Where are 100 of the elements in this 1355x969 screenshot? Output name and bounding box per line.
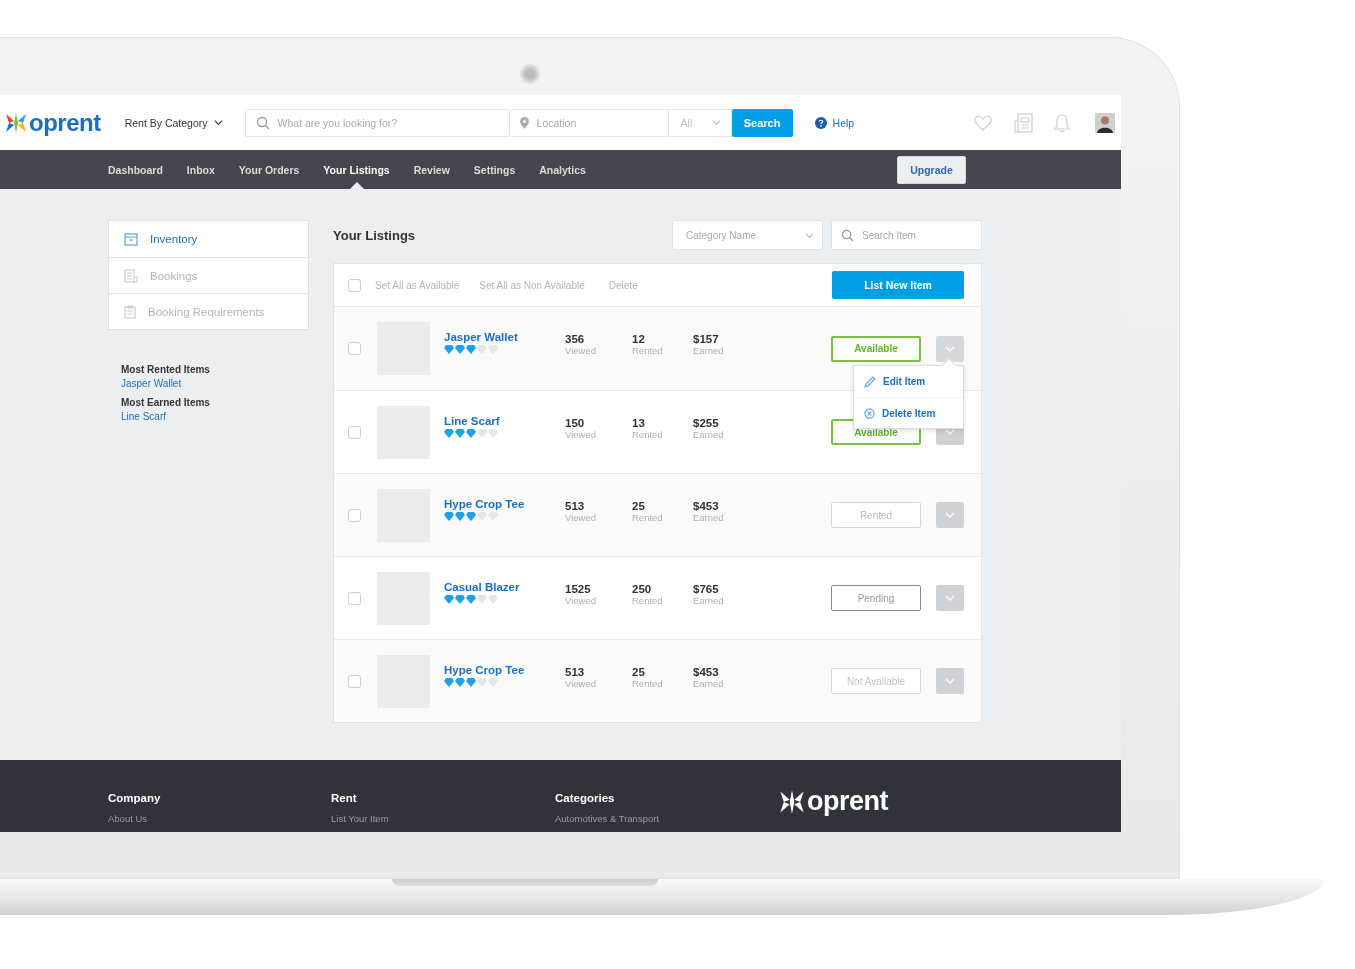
stat-value: 513 bbox=[565, 500, 586, 512]
stat-value: 150 bbox=[565, 417, 586, 429]
row-checkbox[interactable] bbox=[348, 425, 361, 439]
location-pin-icon bbox=[519, 116, 529, 129]
sidebar-item[interactable]: Inventory bbox=[109, 221, 308, 257]
item-name-link[interactable]: Line Scarf bbox=[444, 415, 565, 427]
item-name-link[interactable]: Jasper Wallet bbox=[444, 331, 565, 343]
document-icon bbox=[124, 268, 138, 283]
nav-tab[interactable]: Settings bbox=[473, 150, 516, 189]
stat-value: 12 bbox=[632, 333, 646, 345]
footer-link[interactable]: List Your Item bbox=[331, 813, 555, 824]
stat-value: 25 bbox=[632, 666, 646, 678]
logo-text: oprent bbox=[29, 108, 101, 137]
archive-box-icon bbox=[124, 232, 138, 246]
footer-link[interactable]: About Us bbox=[108, 813, 331, 824]
stat-value: 513 bbox=[565, 666, 586, 678]
nav-tab[interactable]: Your Orders bbox=[238, 150, 300, 189]
pencil-icon bbox=[864, 375, 876, 388]
chevron-down-icon bbox=[945, 676, 955, 686]
row-menu-button[interactable] bbox=[936, 585, 964, 611]
footer-heading: Company bbox=[108, 792, 162, 804]
chevron-down-icon bbox=[711, 118, 721, 127]
item-name-link[interactable]: Casual Blazer bbox=[444, 581, 565, 593]
search-field[interactable]: What are you looking for? bbox=[244, 108, 510, 137]
search-icon bbox=[255, 115, 270, 130]
stat-label: Viewed bbox=[565, 595, 597, 606]
list-new-item-button[interactable]: List New Item bbox=[832, 271, 964, 299]
row-checkbox[interactable] bbox=[348, 591, 361, 605]
stat-label: Earned bbox=[693, 429, 725, 440]
location-field[interactable]: Location bbox=[509, 108, 669, 137]
camera-icon bbox=[520, 64, 540, 84]
newspaper-icon[interactable] bbox=[1014, 112, 1034, 133]
clipboard-icon bbox=[124, 304, 136, 319]
chevron-down-icon bbox=[945, 510, 955, 520]
stat-label: Earned bbox=[693, 595, 725, 606]
chevron-down-icon bbox=[945, 593, 955, 603]
stat-value: $453 bbox=[693, 666, 720, 678]
row-checkbox[interactable] bbox=[348, 508, 361, 522]
menu-item[interactable]: Edit Item bbox=[854, 366, 963, 397]
highlight-link[interactable]: Jasper Wallet bbox=[121, 378, 309, 389]
stat-value: 1525 bbox=[565, 583, 592, 595]
stat-label: Rented bbox=[632, 429, 664, 440]
item-name-link[interactable]: Hype Crop Tee bbox=[444, 498, 565, 510]
footer-link[interactable]: Automotives & Transport bbox=[555, 813, 778, 824]
item-name-link[interactable]: Hype Crop Tee bbox=[444, 664, 565, 676]
stat-value: 356 bbox=[565, 333, 586, 345]
stat-value: $157 bbox=[693, 333, 720, 345]
stat-label: Earned bbox=[693, 678, 725, 689]
footer-logo-text: oprent bbox=[807, 786, 888, 817]
bell-icon[interactable] bbox=[1053, 112, 1072, 133]
menu-item[interactable]: Delete Item bbox=[854, 397, 963, 428]
stat-label: Viewed bbox=[565, 512, 597, 523]
highlight-title: Most Rented Items bbox=[121, 364, 211, 375]
help-link[interactable]: Help bbox=[814, 116, 855, 129]
stat-label: Viewed bbox=[565, 678, 597, 689]
active-tab-caret-icon bbox=[349, 182, 364, 189]
upgrade-button[interactable]: Upgrade bbox=[897, 155, 966, 184]
help-icon bbox=[814, 116, 827, 129]
row-menu-button[interactable] bbox=[936, 335, 964, 362]
page-title: Your Listings bbox=[333, 227, 417, 243]
stat-value: $255 bbox=[693, 417, 720, 429]
highlight-link[interactable]: Line Scarf bbox=[121, 411, 309, 422]
stat-value: $765 bbox=[693, 583, 720, 595]
stat-value: 25 bbox=[632, 500, 646, 512]
stat-label: Viewed bbox=[565, 429, 597, 440]
close-icon bbox=[864, 407, 875, 419]
nav-tab[interactable]: Your Listings bbox=[323, 150, 390, 189]
stat-label: Rented bbox=[632, 678, 664, 689]
row-menu-button[interactable] bbox=[936, 502, 964, 528]
footer-heading: Categories bbox=[555, 792, 616, 804]
nav-tab[interactable]: Analytics bbox=[539, 150, 586, 189]
chevron-down-icon bbox=[805, 230, 814, 240]
stat-label: Earned bbox=[693, 345, 725, 356]
select-all-checkbox[interactable] bbox=[348, 278, 361, 292]
chevron-down-icon bbox=[213, 118, 223, 127]
footer-heading: Rent bbox=[331, 792, 358, 804]
search-icon bbox=[841, 228, 854, 242]
category-menu[interactable]: Rent By Category bbox=[124, 116, 223, 129]
row-checkbox[interactable] bbox=[348, 674, 361, 688]
nav-tab[interactable]: Review bbox=[413, 150, 450, 189]
stat-value: $453 bbox=[693, 500, 720, 512]
highlight-title: Most Earned Items bbox=[121, 397, 211, 408]
stat-label: Earned bbox=[693, 512, 725, 523]
status-button[interactable]: Pending bbox=[831, 585, 921, 611]
avatar-icon[interactable] bbox=[1095, 112, 1116, 133]
row-checkbox[interactable] bbox=[348, 342, 361, 355]
heart-icon[interactable] bbox=[974, 114, 993, 131]
stat-label: Rented bbox=[632, 512, 664, 523]
stat-value: 13 bbox=[632, 417, 646, 429]
search-button[interactable]: Search bbox=[731, 108, 793, 137]
stat-label: Rented bbox=[632, 345, 664, 356]
stat-label: Rented bbox=[632, 595, 664, 606]
item-search-field[interactable]: Search Item bbox=[831, 220, 982, 250]
category-select[interactable]: Category Name bbox=[672, 220, 823, 250]
nav-tab[interactable]: Dashboard bbox=[108, 150, 163, 189]
status-button[interactable]: Available bbox=[831, 335, 921, 362]
stat-label: Viewed bbox=[565, 345, 597, 356]
nav-tab[interactable]: Inbox bbox=[186, 150, 215, 189]
stat-value: 250 bbox=[632, 583, 653, 595]
row-menu-button[interactable] bbox=[936, 668, 964, 694]
